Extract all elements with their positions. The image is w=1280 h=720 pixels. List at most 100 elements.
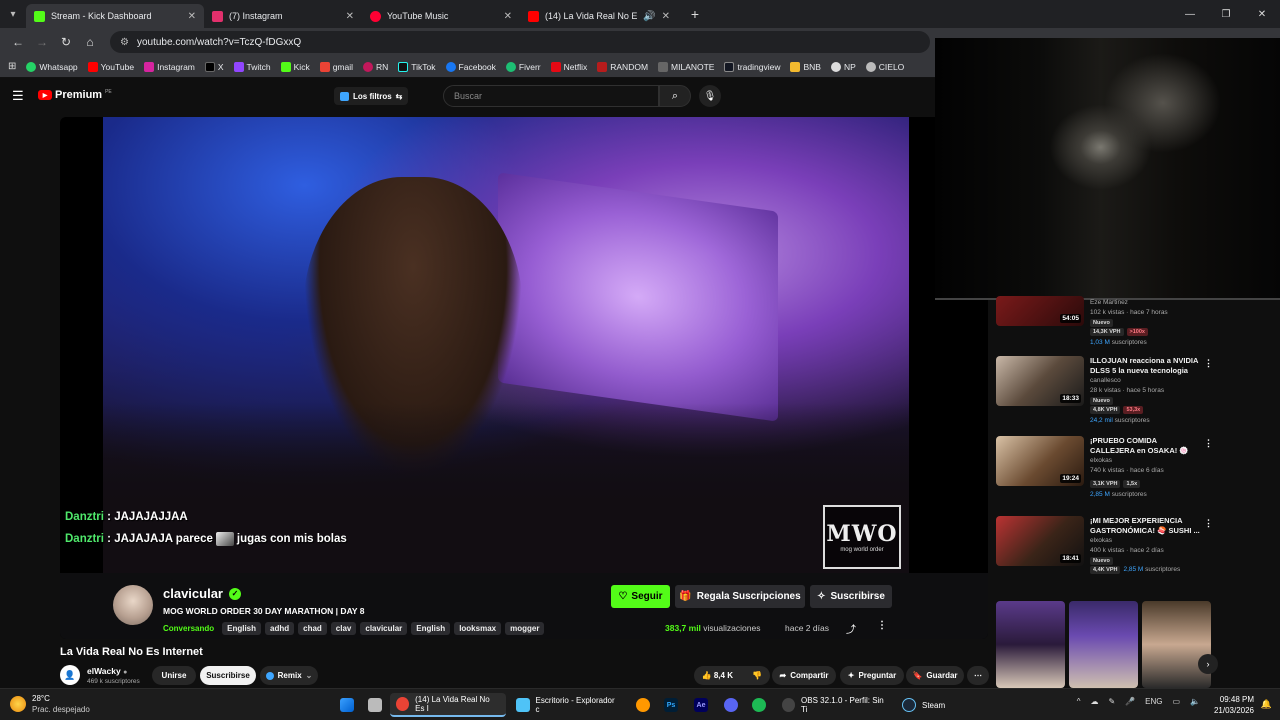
bookmark-x[interactable]: X bbox=[204, 61, 224, 72]
voice-search-button[interactable]: 🎙 bbox=[699, 85, 721, 107]
tab-youtube-music[interactable]: YouTube Music ✕ bbox=[362, 4, 520, 28]
video-thumbnail[interactable]: 18:33 bbox=[996, 356, 1084, 406]
bookmark-instagram[interactable]: Instagram bbox=[144, 61, 195, 72]
url-field[interactable]: ⚙ youtube.com/watch?v=TczQ-fDGxxQ bbox=[110, 31, 930, 53]
taskbar-after-effects[interactable]: Ae bbox=[688, 693, 714, 717]
bookmark-tradingview[interactable]: tradingview bbox=[724, 61, 780, 72]
like-button[interactable]: 👍 8,4 K bbox=[702, 671, 733, 680]
short-thumbnail[interactable] bbox=[1069, 601, 1138, 688]
file-explorer-pin[interactable] bbox=[362, 693, 388, 717]
tab-kick-dashboard[interactable]: Stream - Kick Dashboard ✕ bbox=[26, 4, 204, 28]
ask-button[interactable]: ✦ Preguntar bbox=[840, 666, 904, 685]
taskbar-steam[interactable]: Steam bbox=[896, 693, 951, 717]
video-thumbnail[interactable]: 54:05 bbox=[996, 296, 1084, 326]
close-tab-icon[interactable]: ✕ bbox=[662, 11, 670, 22]
audio-playing-icon[interactable]: 🔊 bbox=[643, 11, 655, 22]
remix-button[interactable]: Remix ⌄ bbox=[260, 666, 318, 685]
language-indicator[interactable]: ENG bbox=[1145, 697, 1162, 706]
tag-chip[interactable]: mogger bbox=[505, 622, 545, 635]
mic-tray-icon[interactable]: 🎤 bbox=[1125, 697, 1135, 706]
close-tab-icon[interactable]: ✕ bbox=[188, 11, 196, 22]
reload-icon[interactable]: ↻ bbox=[54, 30, 78, 54]
short-thumbnail[interactable] bbox=[1142, 601, 1211, 688]
bookmark-gmail[interactable]: gmail bbox=[319, 61, 353, 72]
video-thumbnail[interactable]: 18:41 bbox=[996, 516, 1084, 566]
recommended-video[interactable]: 18:41 ¡MI MEJOR EXPERIENCIA GASTRONÓMICA… bbox=[996, 516, 1216, 586]
bookmark-rn[interactable]: RN bbox=[363, 61, 388, 72]
taskbar-photoshop[interactable]: Ps bbox=[658, 693, 684, 717]
weather-widget[interactable]: 28°C Prac. despejado bbox=[10, 693, 90, 715]
bookmark-whatsapp[interactable]: Whatsapp bbox=[26, 61, 78, 72]
streamer-avatar[interactable] bbox=[113, 585, 153, 625]
home-icon[interactable]: ⌂ bbox=[78, 30, 102, 54]
taskbar-spotify[interactable] bbox=[746, 693, 772, 717]
recommended-video[interactable]: 19:24 ¡PRUEBO COMIDA CALLEJERA en OSAKA!… bbox=[996, 436, 1216, 506]
kick-subscribe-button[interactable]: ✧ Suscribirse bbox=[810, 585, 892, 608]
close-tab-icon[interactable]: ✕ bbox=[504, 11, 512, 22]
bookmark-twitch[interactable]: Twitch bbox=[233, 61, 271, 72]
subscribe-button[interactable]: Suscribirse bbox=[200, 666, 256, 685]
video-thumbnail[interactable]: 19:24 bbox=[996, 436, 1084, 486]
volume-icon[interactable]: 🔈 bbox=[1190, 697, 1200, 706]
dislike-button[interactable]: 👎 bbox=[752, 671, 762, 680]
category-link[interactable]: Conversando bbox=[163, 622, 214, 635]
tag-chip[interactable]: English bbox=[222, 622, 262, 635]
follow-button[interactable]: ♡ Seguir bbox=[611, 585, 670, 608]
site-info-icon[interactable]: ⚙ bbox=[120, 37, 129, 48]
bookmark-netflix[interactable]: Netflix bbox=[550, 61, 587, 72]
apps-grid-icon[interactable]: ⊞ bbox=[8, 61, 16, 72]
more-actions-button[interactable]: ⋯ bbox=[967, 666, 989, 685]
bookmark-np[interactable]: NP bbox=[830, 61, 856, 72]
tab-instagram[interactable]: (7) Instagram ✕ bbox=[204, 4, 362, 28]
search-input[interactable]: Buscar bbox=[443, 85, 659, 107]
forward-icon[interactable]: → bbox=[30, 30, 54, 54]
network-icon[interactable]: ▭ bbox=[1172, 697, 1180, 706]
youtube-premium-logo[interactable]: ▶ Premium PE bbox=[38, 89, 112, 101]
pen-icon[interactable]: ✎ bbox=[1108, 697, 1115, 706]
tag-chip[interactable]: looksmax bbox=[454, 622, 502, 635]
minimize-icon[interactable]: — bbox=[1172, 0, 1208, 28]
bookmark-random[interactable]: RANDOM bbox=[597, 61, 648, 72]
bookmark-fiverr[interactable]: Fiverr bbox=[505, 61, 541, 72]
bookmark-bnb[interactable]: BNB bbox=[790, 61, 821, 72]
close-window-icon[interactable]: ✕ bbox=[1244, 0, 1280, 28]
menu-icon[interactable]: ☰ bbox=[12, 88, 24, 104]
save-button[interactable]: 🔖 Guardar bbox=[906, 666, 964, 685]
close-tab-icon[interactable]: ✕ bbox=[346, 11, 354, 22]
notification-icon[interactable]: 🔔 bbox=[1261, 699, 1272, 710]
filters-button[interactable]: Los filtros ⇆ bbox=[334, 87, 409, 105]
shorts-next-button[interactable]: › bbox=[1198, 654, 1218, 674]
share-icon[interactable]: ⤴ bbox=[846, 621, 856, 636]
bookmark-milanote[interactable]: MILANOTE bbox=[658, 61, 714, 72]
new-tab-button[interactable]: + bbox=[684, 3, 706, 25]
video-player[interactable]: MWO mog world order Danztri : JAJAJAJJAA… bbox=[60, 117, 988, 639]
tray-overflow-icon[interactable]: ^ bbox=[1077, 697, 1081, 706]
taskbar-explorer[interactable]: Escritorio - Explorador c bbox=[510, 693, 624, 717]
maximize-icon[interactable]: ❐ bbox=[1208, 0, 1244, 28]
taskbar-discord[interactable] bbox=[718, 693, 744, 717]
back-icon[interactable]: ← bbox=[6, 30, 30, 54]
tag-chip[interactable]: adhd bbox=[265, 622, 295, 635]
more-options-icon[interactable]: ⋮ bbox=[1204, 438, 1213, 449]
start-button[interactable] bbox=[334, 693, 360, 717]
more-options-icon[interactable]: ⋮ bbox=[1204, 518, 1213, 529]
join-button[interactable]: Unirse bbox=[152, 666, 196, 685]
tag-chip[interactable]: clav bbox=[330, 622, 357, 635]
bookmark-cielo[interactable]: CIELO bbox=[865, 61, 904, 72]
gift-subs-button[interactable]: 🎁 Regala Suscripciones bbox=[675, 585, 805, 608]
tab-search-icon[interactable]: ▾ bbox=[0, 0, 26, 28]
cloud-icon[interactable]: ☁ bbox=[1090, 697, 1098, 706]
share-button[interactable]: ➦ Compartir bbox=[772, 666, 836, 685]
search-button[interactable]: ⌕ bbox=[659, 85, 691, 107]
tag-chip[interactable]: English bbox=[411, 622, 451, 635]
bookmark-youtube[interactable]: YouTube bbox=[87, 61, 134, 72]
more-options-icon[interactable]: ⋮ bbox=[877, 620, 887, 631]
recommended-video[interactable]: 18:33 ILLOJUAN reacciona a NVIDIA DLSS 5… bbox=[996, 356, 1216, 426]
taskbar-chrome[interactable]: (14) La Vida Real No Es I bbox=[390, 693, 506, 717]
tag-chip[interactable]: clavicular bbox=[360, 622, 408, 635]
channel-name-link[interactable]: elWacky ● bbox=[87, 666, 127, 676]
short-thumbnail[interactable] bbox=[996, 601, 1065, 688]
bookmark-kick[interactable]: Kick bbox=[280, 61, 310, 72]
tab-youtube-video[interactable]: (14) La Vida Real No Es Inte 🔊 ✕ bbox=[520, 4, 678, 28]
channel-name[interactable]: clavicular ✓ bbox=[163, 586, 241, 601]
